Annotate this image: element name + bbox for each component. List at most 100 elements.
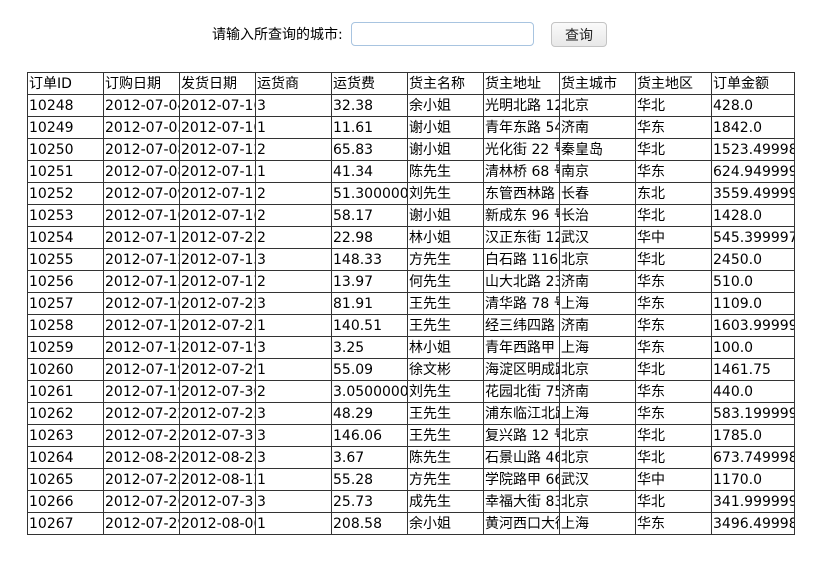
table-cell: 2	[255, 380, 332, 403]
table-cell: 10252	[27, 182, 104, 205]
table-cell: 华北	[635, 248, 712, 271]
table-cell: 2012-07-31	[179, 424, 256, 447]
table-cell: 2012-07-08	[103, 160, 180, 183]
table-cell: 583.199999	[711, 402, 795, 425]
table-cell: 3.05000000	[331, 380, 408, 403]
table-cell: 经三纬四路	[483, 314, 560, 337]
table-cell: 10255	[27, 248, 104, 271]
table-cell: 440.0	[711, 380, 795, 403]
table-cell: 510.0	[711, 270, 795, 293]
table-cell: 华东	[635, 336, 712, 359]
search-button[interactable]: 查询	[551, 22, 607, 47]
table-cell: 华东	[635, 116, 712, 139]
table-cell: 65.83	[331, 138, 408, 161]
table-cell: 济南	[559, 116, 636, 139]
column-header: 货主城市	[559, 72, 636, 95]
table-cell: 青年东路 543	[483, 116, 560, 139]
table-cell: 10250	[27, 138, 104, 161]
table-cell: 2012-07-16	[179, 94, 256, 117]
table-cell: 1842.0	[711, 116, 795, 139]
table-row: 10250 2012-07-08 2012-07-12 2 65.83 谢小姐 光化街 22…	[27, 138, 795, 161]
table-cell: 51.3000000	[331, 182, 408, 205]
table-cell: 清华路 78 号	[483, 292, 560, 315]
table-row: 10267 2012-07-29 2012-08-06 1 208.58 余小姐 黄河西口大…	[27, 512, 795, 535]
table-cell: 2012-07-30	[179, 380, 256, 403]
table-cell: 3.25	[331, 336, 408, 359]
table-row: 102602012-07-192012-07-29155.09徐文彬海淀区明成路…	[27, 358, 795, 381]
table-cell: 北京	[559, 490, 636, 513]
table-cell: 2012-07-29	[103, 512, 180, 535]
table-cell: 东管西林路	[483, 182, 560, 205]
table-cell: 2012-07-12	[103, 248, 180, 271]
table-cell: 光明北路 124	[483, 94, 560, 117]
table-row: 102522012-07-092012-07-11251.3000000刘先生东…	[27, 182, 795, 205]
table-cell: 2012-07-22	[103, 402, 180, 425]
table-cell: 3	[255, 402, 332, 425]
table-cell: 陈先生	[407, 160, 484, 183]
table-cell: 余小姐	[407, 512, 484, 535]
table-cell: 2	[255, 270, 332, 293]
table-cell: 北京	[559, 94, 636, 117]
table-row: 10263 2012-07-23 2012-07-31 3 146.06 王先生 复兴路 1…	[27, 424, 795, 447]
table-cell: 341.999999	[711, 490, 795, 513]
table-cell: 华东	[635, 402, 712, 425]
table-header-row: 订单ID 订购日期 发货日期 运货商 运货费 货主名称 货主地址 货主城市 货主地区 订单金额	[27, 72, 795, 95]
table-cell: 华东	[635, 160, 712, 183]
table-row: 10254 2012-07-11 2012-07-23 2 22.98 林小姐 汉正东街 1…	[27, 226, 795, 249]
table-row: 10257 2012-07-16 2012-07-22 3 81.91 王先生 清华路 78…	[27, 292, 795, 315]
table-cell: 10258	[27, 314, 104, 337]
table-cell: 1	[255, 160, 332, 183]
table-cell: 林小姐	[407, 226, 484, 249]
table-cell: 1170.0	[711, 468, 795, 491]
table-cell: 刘先生	[407, 182, 484, 205]
table-row: 10258 2012-07-17 2012-07-23 1 140.51 王先生 经三纬四路…	[27, 314, 795, 337]
table-cell: 幸福大街 83	[483, 490, 560, 513]
table-cell: 2012-08-23	[179, 446, 256, 469]
column-header: 订单ID	[27, 72, 104, 95]
table-cell: 1523.49998	[711, 138, 795, 161]
table-cell: 2012-08-06	[179, 512, 256, 535]
table-cell: 2012-07-18	[103, 336, 180, 359]
column-header: 运货商	[255, 72, 332, 95]
table-cell: 10257	[27, 292, 104, 315]
table-cell: 清林桥 68 号	[483, 160, 560, 183]
table-cell: 3	[255, 94, 332, 117]
table-row: 10266 2012-07-26 2012-07-31 3 25.73 成先生 幸福大街 8…	[27, 490, 795, 513]
column-header: 货主地址	[483, 72, 560, 95]
table-cell: 2	[255, 226, 332, 249]
table-cell: 南京	[559, 160, 636, 183]
table-row: 10256 2012-07-15 2012-07-17 2 13.97 何先生 山大北路 2…	[27, 270, 795, 293]
table-row: 10249 2012-07-05 2012-07-10 1 11.61 谢小姐 青年东路 5…	[27, 116, 795, 139]
table-row: 10264 2012-08-20 2012-08-23 3 3.67 陈先生 石景山路 46…	[27, 446, 795, 469]
table-cell: 11.61	[331, 116, 408, 139]
table-cell: 3	[255, 424, 332, 447]
city-search-input[interactable]	[351, 22, 534, 46]
table-cell: 10259	[27, 336, 104, 359]
table-cell: 花园北街 75	[483, 380, 560, 403]
table-cell: 10266	[27, 490, 104, 513]
table-cell: 2012-07-25	[179, 402, 256, 425]
table-row: 10251 2012-07-08 2012-07-15 1 41.34 陈先生 清林桥 68…	[27, 160, 795, 183]
table-cell: 2012-07-16	[179, 204, 256, 227]
table-cell: 3496.49998	[711, 512, 795, 535]
table-body: 10248 2012-07-04 2012-07-16 3 32.38 余小姐 光明北路 1…	[27, 94, 795, 535]
table-cell: 汉正东街 12	[483, 226, 560, 249]
table-cell: 10251	[27, 160, 104, 183]
table-cell: 624.949999	[711, 160, 795, 183]
table-cell: 58.17	[331, 204, 408, 227]
table-cell: 2012-07-25	[103, 468, 180, 491]
table-cell: 673.749998	[711, 446, 795, 469]
table-cell: 复兴路 12 号	[483, 424, 560, 447]
table-cell: 济南	[559, 380, 636, 403]
table-cell: 上海	[559, 336, 636, 359]
table-cell: 谢小姐	[407, 138, 484, 161]
table-cell: 武汉	[559, 226, 636, 249]
table-cell: 140.51	[331, 314, 408, 337]
table-cell: 1	[255, 314, 332, 337]
table-cell: 428.0	[711, 94, 795, 117]
table-cell: 1428.0	[711, 204, 795, 227]
table-cell: 10267	[27, 512, 104, 535]
table-cell: 148.33	[331, 248, 408, 271]
table-row: 10255 2012-07-12 2012-07-15 3 148.33 方先生 白石路 1…	[27, 248, 795, 271]
table-cell: 谢小姐	[407, 204, 484, 227]
